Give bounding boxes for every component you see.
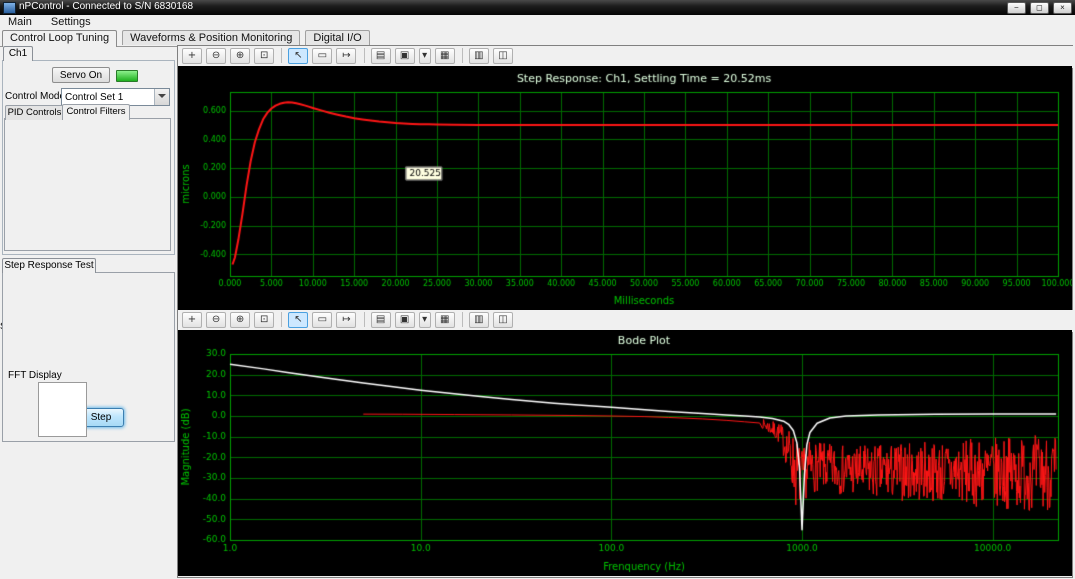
tab-step-response-test[interactable]: Step Response Test xyxy=(2,258,96,273)
maximize-button[interactable]: ◻ xyxy=(1029,2,1049,14)
chevron-down-icon xyxy=(154,89,169,105)
zoom-out-button[interactable]: ⊖ xyxy=(206,312,227,328)
cursor-icon: ↖ xyxy=(294,50,303,61)
app-icon xyxy=(3,2,16,14)
window-controls: − ◻ × xyxy=(1006,1,1072,14)
toolbar-separator xyxy=(281,312,283,327)
close-button[interactable]: × xyxy=(1053,2,1072,14)
tab-control-loop-tuning[interactable]: Control Loop Tuning xyxy=(2,30,118,47)
copy-menu-button[interactable]: ▾ xyxy=(418,312,431,328)
toolbar-separator xyxy=(461,312,463,327)
copy-button[interactable]: ▣ xyxy=(394,312,415,328)
print-preview-button[interactable]: ◫ xyxy=(492,48,513,64)
zoom-window-button[interactable]: ⊡ xyxy=(254,48,275,64)
pan-button[interactable]: + xyxy=(182,48,202,64)
select-region-icon: ▭ xyxy=(317,314,328,325)
export-image-icon: ▤ xyxy=(375,314,386,325)
zoom-window-button[interactable]: ⊡ xyxy=(254,312,275,328)
tab-control-filters[interactable]: Control Filters xyxy=(62,104,130,120)
print-icon: ▥ xyxy=(474,314,484,325)
copy-menu-button[interactable]: ▾ xyxy=(418,48,431,64)
menu-main[interactable]: Main xyxy=(0,15,40,29)
menu-bar: Main Settings xyxy=(0,15,1075,30)
zoom-in-button[interactable]: ⊕ xyxy=(230,48,251,64)
chevron-down-icon: ▾ xyxy=(422,314,428,325)
zoom-out-icon: ⊖ xyxy=(211,50,221,61)
toolbar-separator xyxy=(461,48,463,63)
select-region-button[interactable]: ▭ xyxy=(312,312,333,328)
print-preview-icon: ◫ xyxy=(498,314,508,325)
servo-status-led xyxy=(116,70,138,82)
save-button[interactable]: ▦ xyxy=(434,48,455,64)
window-title: nPControl - Connected to S/N 6830168 xyxy=(19,1,193,12)
zoom-window-icon: ⊡ xyxy=(259,50,269,61)
chevron-down-icon: ▾ xyxy=(422,50,428,61)
cursor-button[interactable]: ↖ xyxy=(288,48,309,64)
data-cursor-button[interactable]: ↦ xyxy=(336,312,357,328)
overlay-box xyxy=(38,382,87,437)
print-icon: ▥ xyxy=(474,50,484,61)
channel-tab-ch1[interactable]: Ch1 xyxy=(3,46,33,61)
select-region-button[interactable]: ▭ xyxy=(312,48,333,64)
zoom-in-icon: ⊕ xyxy=(235,50,245,61)
copy-icon: ▣ xyxy=(399,314,410,325)
toolbar-separator xyxy=(363,48,365,63)
zoom-in-icon: ⊕ xyxy=(235,314,245,325)
print-preview-button[interactable]: ◫ xyxy=(492,312,513,328)
print-preview-icon: ◫ xyxy=(498,50,508,61)
export-image-icon: ▤ xyxy=(375,50,386,61)
zoom-window-icon: ⊡ xyxy=(259,314,269,325)
zoom-in-button[interactable]: ⊕ xyxy=(230,312,251,328)
cursor-icon: ↖ xyxy=(294,314,303,325)
step-response-chart[interactable] xyxy=(178,66,1072,310)
copy-icon: ▣ xyxy=(399,50,410,61)
minimize-button[interactable]: − xyxy=(1006,2,1026,14)
pan-icon: + xyxy=(187,50,197,61)
title-bar: nPControl - Connected to S/N 6830168 − ◻… xyxy=(0,0,1075,15)
export-image-button[interactable]: ▤ xyxy=(370,48,391,64)
servo-on-button[interactable]: Servo On xyxy=(52,67,110,83)
step-chart-toolbar: + ⊖ ⊕ ⊡ ↖ ▭ ↦ ▤ ▣ ▾ ▦ ▥ ◫ xyxy=(178,46,1075,68)
zoom-out-icon: ⊖ xyxy=(211,314,221,325)
pan-icon: + xyxy=(187,314,197,325)
select-region-icon: ▭ xyxy=(317,50,328,61)
pan-button[interactable]: + xyxy=(182,312,202,328)
tab-waveforms-position-monitoring[interactable]: Waveforms & Position Monitoring xyxy=(122,30,301,45)
control-mode-value: Control Set 1 xyxy=(65,91,124,103)
save-icon: ▦ xyxy=(440,314,450,325)
copy-button[interactable]: ▣ xyxy=(394,48,415,64)
export-image-button[interactable]: ▤ xyxy=(370,312,391,328)
toolbar-separator xyxy=(281,48,283,63)
bode-plot-chart[interactable] xyxy=(178,330,1072,576)
fft-display-label: FFT Display xyxy=(6,370,64,381)
menu-settings[interactable]: Settings xyxy=(43,15,99,29)
data-cursor-icon: ↦ xyxy=(342,314,351,325)
toolbar-separator xyxy=(363,312,365,327)
charts-panel: + ⊖ ⊕ ⊡ ↖ ▭ ↦ ▤ ▣ ▾ ▦ ▥ ◫ + ⊖ ⊕ ⊡ ↖ ▭ ↦ xyxy=(177,45,1075,578)
data-cursor-button[interactable]: ↦ xyxy=(336,48,357,64)
save-button[interactable]: ▦ xyxy=(434,312,455,328)
cursor-button[interactable]: ↖ xyxy=(288,312,309,328)
zoom-out-button[interactable]: ⊖ xyxy=(206,48,227,64)
save-icon: ▦ xyxy=(440,50,450,61)
bode-chart-toolbar: + ⊖ ⊕ ⊡ ↖ ▭ ↦ ▤ ▣ ▾ ▦ ▥ ◫ xyxy=(178,310,1075,332)
tab-pid-controls[interactable]: PID Controls xyxy=(5,105,64,120)
print-button[interactable]: ▥ xyxy=(468,48,489,64)
control-mode-label: Control Mode: xyxy=(5,91,68,102)
tab-digital-io[interactable]: Digital I/O xyxy=(305,30,370,45)
print-button[interactable]: ▥ xyxy=(468,312,489,328)
data-cursor-icon: ↦ xyxy=(342,50,351,61)
control-filters-panel xyxy=(4,118,171,251)
app-window: nPControl - Connected to S/N 6830168 − ◻… xyxy=(0,0,1075,579)
